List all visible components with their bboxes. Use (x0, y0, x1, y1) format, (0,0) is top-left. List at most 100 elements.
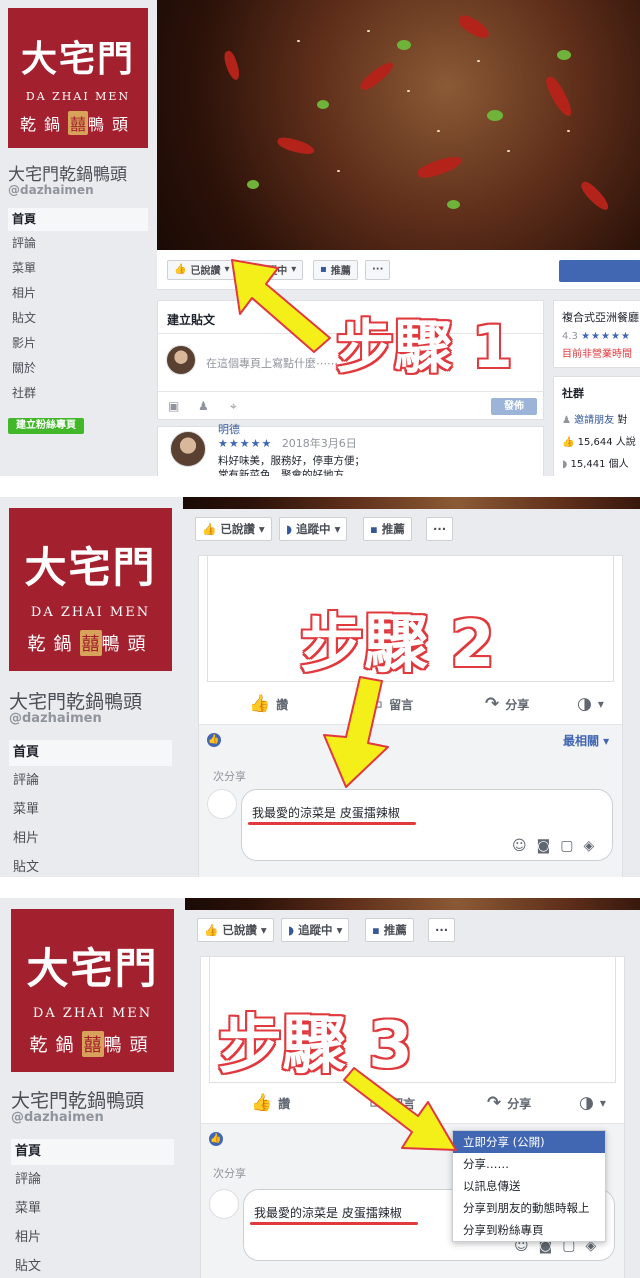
nav-item-photos[interactable]: 相片 (9, 824, 172, 853)
primary-cta-button[interactable] (559, 260, 640, 282)
step1-label: 步驟 1 (336, 313, 513, 381)
review-card: 明德 ★★★★★ 2018年3月6日 料好味美，服務好，停車方便； 常有新菜色，… (157, 423, 544, 476)
page-name[interactable]: 大宅門乾鍋鴨頭 (9, 687, 142, 714)
nav-item-about[interactable]: 關於 (8, 356, 148, 381)
page-handle[interactable]: @dazhaimen (11, 1110, 104, 1125)
share-to-friend-timeline[interactable]: 分享到朋友的動態時報上 (453, 1197, 605, 1219)
chevron-down-icon: ▾ (599, 1096, 606, 1110)
share-arrow-icon: ↷ (487, 1093, 502, 1113)
review-date[interactable]: 2018年3月6日 (282, 437, 357, 450)
recommend-button[interactable]: ▪ 推薦 (363, 517, 412, 541)
sidebar-nav: 首頁 評論 菜單 相片 貼文 (11, 1139, 174, 1278)
nav-item-menu[interactable]: 菜單 (11, 1194, 174, 1223)
camera-icon[interactable]: ◙ (537, 838, 551, 854)
following-button[interactable]: ◗追蹤中▾ (279, 517, 348, 541)
star-rating-icons: ★★★★★ (218, 437, 273, 450)
nav-item-posts[interactable]: 貼文 (9, 853, 172, 877)
publish-button[interactable]: 發佈 (491, 398, 537, 415)
comment-underline-annotation (250, 1222, 418, 1225)
location-pin-icon[interactable]: ⌖ (230, 399, 237, 414)
shares-label[interactable]: 次分享 (213, 768, 246, 784)
more-button[interactable]: ··· (428, 918, 456, 942)
like-count-icon[interactable]: 👍 (207, 733, 221, 747)
send-as-message[interactable]: 以訊息傳送 (453, 1175, 605, 1197)
gif-icon[interactable]: ▢ (560, 838, 573, 854)
nav-item-reviews[interactable]: 評論 (8, 231, 148, 256)
nav-item-home[interactable]: 首頁 (8, 208, 148, 231)
comment-text: 我最愛的涼菜是 皮蛋擂辣椒 (252, 806, 400, 820)
audience-selector[interactable]: ◑ ▾ (579, 1093, 606, 1113)
cover-photo-strip (185, 898, 640, 910)
nav-item-posts[interactable]: 貼文 (11, 1252, 174, 1278)
shares-label[interactable]: 次分享 (213, 1165, 246, 1181)
logo-english-name: DA ZHAI MEN (30, 605, 151, 620)
globe-icon: ◑ (577, 694, 592, 714)
more-button[interactable]: ··· (365, 259, 391, 280)
create-fan-page-button[interactable]: 建立粉絲專頁 (8, 418, 84, 434)
share-to-fan-page[interactable]: 分享到粉絲專頁 (453, 1219, 605, 1241)
user-avatar (166, 345, 196, 375)
thumbs-up-icon: 👍 (251, 1093, 273, 1113)
review-text-line2: 常有新菜色，聚會的好地方。 (218, 469, 355, 476)
audience-selector[interactable]: ◑ ▾ (577, 694, 604, 714)
page-name[interactable]: 大宅門乾鍋鴨頭 (11, 1086, 144, 1113)
step2-screenshot: 大宅門 DA ZHAI MEN 乾鍋囍鴨頭 大宅門乾鍋鴨頭 @dazhaimen… (0, 497, 640, 877)
like-action[interactable]: 👍 讚 (251, 1093, 290, 1113)
nav-item-photos[interactable]: 相片 (8, 281, 148, 306)
emoji-icon[interactable]: ☺ (512, 838, 527, 854)
globe-icon: ◑ (579, 1093, 594, 1113)
nav-item-home[interactable]: 首頁 (9, 740, 172, 766)
comment-sort-dropdown[interactable]: 最相關 ▾ (563, 732, 609, 749)
page-rating: 4.3 ★★★★★ (562, 331, 631, 342)
page-category[interactable]: 複合式亞洲餐廳 (562, 309, 639, 325)
share-action[interactable]: ↷ 分享 (485, 694, 529, 714)
nav-item-reviews[interactable]: 評論 (11, 1165, 174, 1194)
liked-button[interactable]: 👍 已說讚 ▾ (197, 918, 274, 942)
nav-item-photos[interactable]: 相片 (11, 1223, 174, 1252)
tag-people-icon[interactable]: ♟ (198, 399, 209, 413)
nav-item-reviews[interactable]: 評論 (9, 766, 172, 795)
page-name[interactable]: 大宅門乾鍋鴨頭 (8, 160, 127, 185)
page-logo[interactable]: 大宅門 DA ZHAI MEN 乾鍋囍鴨頭 (9, 508, 172, 671)
commenter-avatar (207, 789, 237, 819)
sidebar-nav: 首頁 評論 菜單 相片 貼文 (9, 740, 172, 877)
nav-item-videos[interactable]: 影片 (8, 331, 148, 356)
nav-item-home[interactable]: 首頁 (11, 1139, 174, 1165)
logo-subtitle: 乾鍋囍鴨頭 (11, 1031, 174, 1057)
page-logo[interactable]: 大宅門 DA ZHAI MEN 乾鍋囍鴨頭 (11, 909, 174, 1072)
page-logo[interactable]: 大宅門 DA ZHAI MEN 乾鍋囍鴨頭 (8, 8, 148, 148)
more-button[interactable]: ··· (426, 517, 454, 541)
follows-count-row: ◗ 15,441 個人 (562, 459, 629, 470)
nav-item-posts[interactable]: 貼文 (8, 306, 148, 331)
logo-subtitle: 乾鍋囍鴨頭 (8, 111, 148, 135)
nav-item-community[interactable]: 社群 (8, 381, 148, 406)
page-handle[interactable]: @dazhaimen (8, 183, 94, 197)
recommend-button[interactable]: ▪ 推薦 (365, 918, 414, 942)
sticker-icon[interactable]: ◈ (583, 838, 594, 854)
following-button[interactable]: ◗追蹤中▾ (281, 918, 350, 942)
invite-friends-row[interactable]: ♟ 邀請朋友 對 (562, 411, 627, 426)
nav-item-menu[interactable]: 菜單 (9, 795, 172, 824)
photo-icon[interactable]: ▣ (168, 399, 179, 413)
like-action[interactable]: 👍 讚 (249, 694, 288, 714)
logo-english-name: DA ZHAI MEN (25, 90, 131, 103)
cover-photo[interactable] (157, 0, 640, 250)
thumbs-up-icon: 👍 (249, 694, 271, 714)
share-dropdown-menu: 立即分享 (公開) 分享…… 以訊息傳送 分享到朋友的動態時報上 分享到粉絲專頁 (452, 1130, 606, 1242)
share-action[interactable]: ↷ 分享 (487, 1093, 531, 1113)
rating-star-icons: ★★★★★ (581, 331, 631, 342)
liked-button[interactable]: 👍 已說讚 ▾ (195, 517, 272, 541)
comment-input[interactable]: 我最愛的涼菜是 皮蛋擂辣椒 ☺ ◙ ▢ ◈ (241, 789, 613, 861)
share-ellipsis[interactable]: 分享…… (453, 1153, 605, 1175)
thumbs-up-icon: 👍 (562, 437, 575, 448)
like-count-icon[interactable]: 👍 (209, 1132, 223, 1146)
step3-arrow (343, 1067, 457, 1151)
share-now-public[interactable]: 立即分享 (公開) (453, 1131, 605, 1153)
nav-item-menu[interactable]: 菜單 (8, 256, 148, 281)
thumbs-up-icon: 👍 (204, 923, 219, 937)
page-handle[interactable]: @dazhaimen (9, 711, 102, 726)
comment-text: 我最愛的涼菜是 皮蛋擂辣椒 (254, 1206, 402, 1220)
community-card: 社群 ♟ 邀請朋友 對 👍 15,644 人說 ◗ 15,441 個人 (553, 376, 640, 476)
reviewer-avatar[interactable] (170, 431, 206, 467)
step3-screenshot: 大宅門 DA ZHAI MEN 乾鍋囍鴨頭 大宅門乾鍋鴨頭 @dazhaimen… (0, 898, 640, 1278)
